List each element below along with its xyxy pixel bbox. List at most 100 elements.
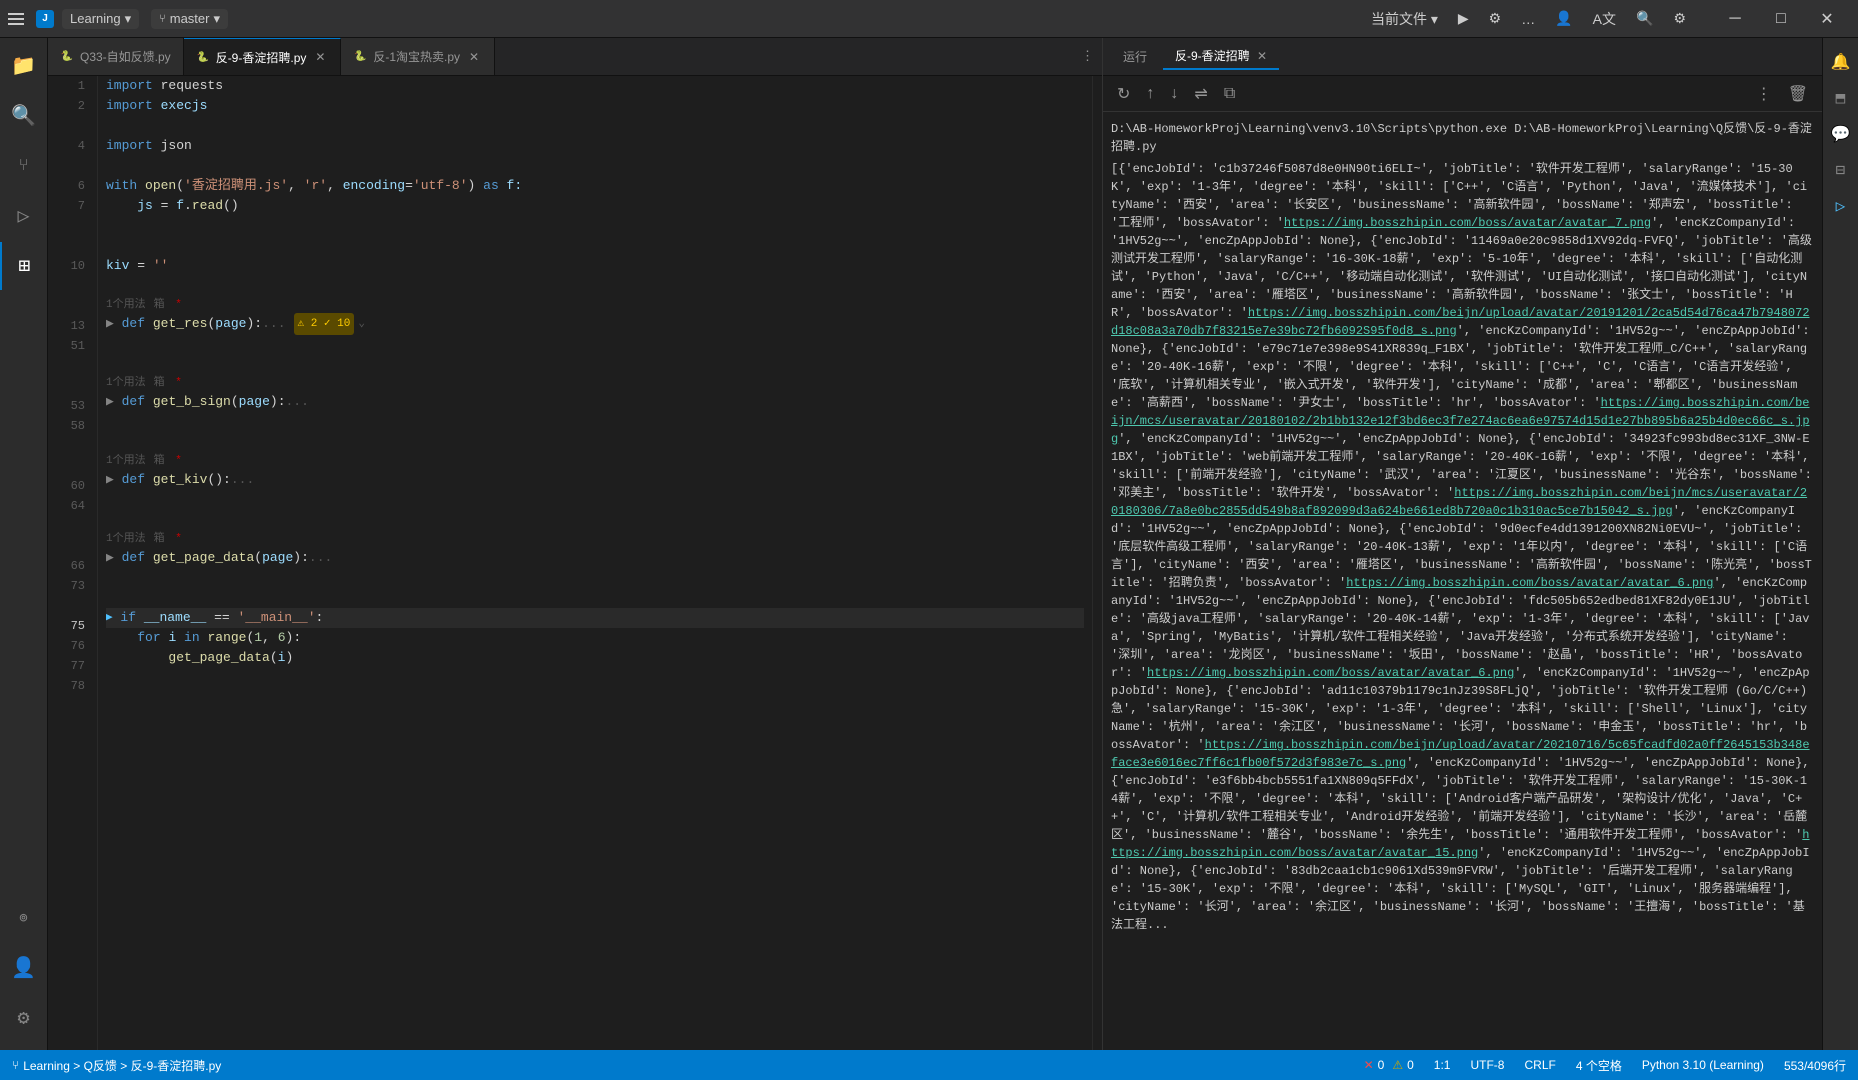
ln-7: 7 [48,196,85,216]
right-side-icons: 🔔 ⬒ 💬 ⊟ ▷ [1822,38,1858,1050]
error-icon: ✕ [1364,1058,1374,1072]
panel-more-btn[interactable]: ⋮ [1750,82,1778,106]
tab-icon-r9: 🐍 [196,50,210,64]
panel-tab-run[interactable]: 运行 [1111,44,1159,69]
translate-btn[interactable]: A文 [1587,5,1622,33]
language-text: Python 3.10 (Learning) [1642,1058,1764,1072]
line-count-text: 553/4096行 [1784,1057,1846,1074]
activity-item-extensions[interactable]: ⊞ [0,242,48,290]
global-search-btn[interactable]: 🔍 [1630,6,1659,31]
status-errors[interactable]: ✕ 0 ⚠ 0 [1360,1058,1418,1072]
code-line-6: with open('香淀招聘用.js', 'r', encoding='utf… [106,176,1084,196]
tab-label-q33: Q33-自如反馈.py [80,48,171,65]
expand-arrows[interactable]: ⌄ [358,314,365,334]
tab-close-r9[interactable]: ✕ [312,49,328,65]
ln-4: 4 [48,136,85,156]
line-col-text: 1:1 [1434,1058,1451,1072]
status-line-col[interactable]: 1:1 [1430,1058,1455,1072]
code-line-7: js = f.read() [106,196,1084,216]
activity-item-search[interactable]: 🔍 [0,92,48,140]
tab-r9[interactable]: 🐍 反-9-香淀招聘.py ✕ [184,38,342,75]
tab-r1[interactable]: 🐍 反-1淘宝热卖.py ✕ [341,38,495,75]
code-line-52 [106,354,1084,374]
ln-75: 75 [48,616,85,636]
code-annotation-3: 1个用法 箱 * [106,452,1084,470]
profile-btn[interactable]: 👤 [1549,6,1578,31]
status-left: ⑂ Learning > Q反馈 > 反-9-香淀招聘.py [8,1057,225,1074]
chat-icon[interactable]: 💬 [1825,118,1857,150]
activity-item-manage[interactable]: ⚙ [0,994,48,1042]
minimap [1092,76,1102,1050]
right-panel-content[interactable]: D:\AB-HomeworkProj\Learning\venv3.10\Scr… [1103,112,1822,1050]
code-line-60-fold[interactable]: ▶ def get_kiv():... [106,470,1084,490]
notification-icon[interactable]: 🔔 [1825,46,1857,78]
main-layout: 📁 🔍 ⑂ ▷ ⊞ ⊚ 👤 ⚙ 🐍 Q33-自如反馈.py 🐍 反-9-香淀招聘… [0,38,1858,1050]
ln-1: 1 [48,76,85,96]
right-panel-tabs: 运行 反-9-香淀招聘 ✕ [1103,38,1822,76]
tab-bar: 🐍 Q33-自如反馈.py 🐍 反-9-香淀招聘.py ✕ 🐍 反-1淘宝热卖.… [48,38,1102,76]
status-eol[interactable]: CRLF [1520,1058,1559,1072]
titlebar-actions: 当前文件 ▾ ▶ ⚙ … 👤 A文 🔍 ⚙ [1365,5,1692,33]
output-line-data: [{'encJobId': 'c1b37246f5087d8e0HN90ti6E… [1111,160,1814,934]
project-name[interactable]: Learning ▾ [62,9,139,29]
run-side-icon[interactable]: ▷ [1825,190,1857,222]
code-line-5 [106,156,1084,176]
code-line-11 [106,276,1084,296]
code-area[interactable]: import requests import execjs import jso… [98,76,1092,1050]
code-annotation-4: 1个用法 箱 * [106,530,1084,548]
panel-scroll-down-btn[interactable]: ↓ [1164,83,1184,105]
maximize-btn[interactable]: □ [1758,0,1804,38]
panel-scroll-up-btn[interactable]: ↑ [1140,83,1160,105]
tab-q33[interactable]: 🐍 Q33-自如反馈.py [48,38,184,75]
eol-text: CRLF [1524,1058,1555,1072]
ln-5 [48,156,85,176]
panel-toggle-icon[interactable]: ⊟ [1825,154,1857,186]
panel-tab-close[interactable]: ✕ [1257,49,1267,63]
tab-close-r1[interactable]: ✕ [466,49,482,65]
code-line-53-fold[interactable]: ▶ def get_b_sign(page):... [106,392,1084,412]
panel-tab-r9[interactable]: 反-9-香淀招聘 ✕ [1163,43,1279,70]
branch-name[interactable]: ⑂ master ▾ [151,9,228,29]
layout-icon[interactable]: ⬒ [1825,82,1857,114]
code-line-75: ▶ if __name__ == '__main__': [106,608,1084,628]
status-line-count[interactable]: 553/4096行 [1780,1057,1850,1074]
status-language[interactable]: Python 3.10 (Learning) [1638,1058,1768,1072]
status-bar: ⑂ Learning > Q反馈 > 反-9-香淀招聘.py ✕ 0 ⚠ 0 1… [0,1050,1858,1080]
code-line-74 [106,588,1084,608]
warning-count: 0 [1407,1058,1414,1072]
code-line-76: for i in range(1, 6): [106,628,1084,648]
current-file-btn[interactable]: 当前文件 ▾ [1365,5,1444,33]
activity-item-account[interactable]: 👤 [0,944,48,992]
editor-area: 🐍 Q33-自如反馈.py 🐍 反-9-香淀招聘.py ✕ 🐍 反-1淘宝热卖.… [48,38,1102,1050]
code-line-66-fold[interactable]: ▶ def get_page_data(page):... [106,548,1084,568]
code-line-58 [106,412,1084,432]
code-line-13-fold[interactable]: ▶ def get_res(page):... ⚠ 2 ✓ 10 ⌄ [106,314,1084,334]
run-btn[interactable]: ▶ [1452,6,1475,31]
code-line-4: import json [106,136,1084,156]
panel-refresh-btn[interactable]: ↻ [1111,82,1136,106]
titlebar: J Learning ▾ ⑂ master ▾ 当前文件 ▾ ▶ ⚙ … 👤 A… [0,0,1858,38]
panel-trash-btn[interactable]: 🗑 [1782,82,1814,106]
ln-3 [48,116,85,136]
more-btn[interactable]: … [1515,7,1541,31]
activity-item-run[interactable]: ▷ [0,192,48,240]
activity-item-explorer[interactable]: 📁 [0,42,48,90]
status-encoding[interactable]: UTF-8 [1466,1058,1508,1072]
panel-wrap-btn[interactable]: ⇌ [1188,82,1213,106]
debug-btn[interactable]: ⚙ [1483,6,1508,31]
menu-icon[interactable] [8,9,28,29]
tab-icon-q33: 🐍 [60,50,74,64]
code-line-9 [106,236,1084,256]
status-branch[interactable]: ⑂ Learning > Q反馈 > 反-9-香淀招聘.py [8,1057,225,1074]
global-settings-btn[interactable]: ⚙ [1667,6,1692,31]
minimize-btn[interactable]: ─ [1712,0,1758,38]
ln-77: 77 [48,656,85,676]
ln-59 [48,436,85,456]
activity-item-remote[interactable]: ⊚ [0,894,48,942]
panel-copy-btn[interactable]: ⧉ [1218,83,1241,105]
tab-more-btn[interactable]: ⋮ [1073,38,1102,75]
status-spaces[interactable]: 4 个空格 [1572,1057,1626,1074]
code-line-78 [106,668,1084,688]
activity-item-scm[interactable]: ⑂ [0,142,48,190]
close-btn[interactable]: ✕ [1804,0,1850,38]
